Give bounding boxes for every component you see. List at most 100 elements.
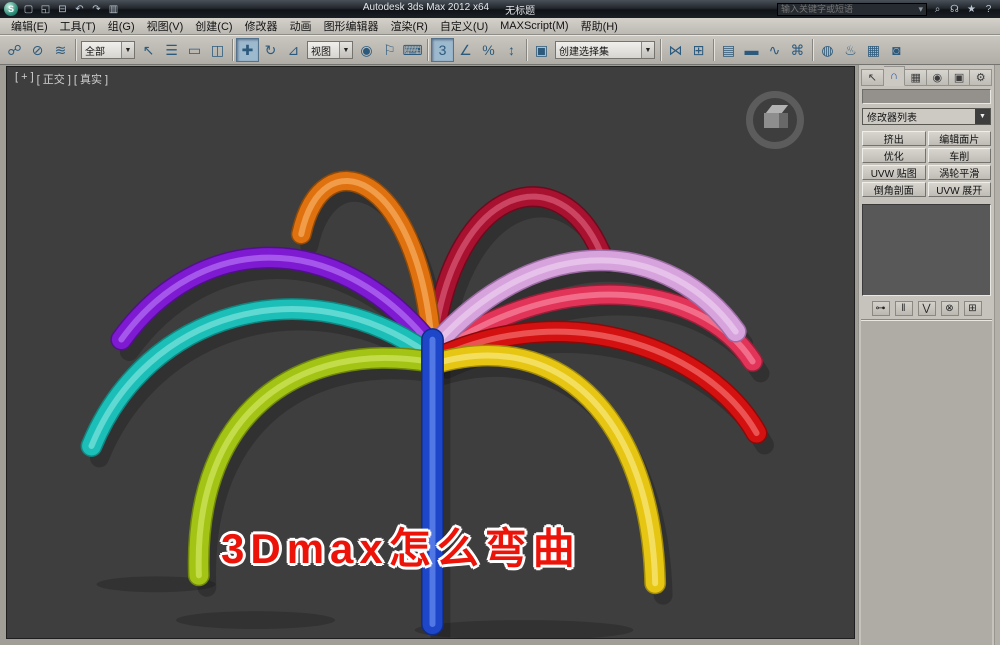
redo-icon[interactable]: ↷ — [89, 2, 104, 16]
command-panel-body: ↖ ∩ ▦ ◉ ▣ ⚙ 修改器列表 ▼ 挤出 编辑面片 优化 车削 UVW 贴图 涡轮平滑 倒角剖面 U… — [859, 65, 994, 645]
object-name-field-wrap — [862, 89, 991, 107]
select-and-rotate-button[interactable]: ↻ — [259, 38, 282, 62]
toolbar-separator — [75, 39, 76, 61]
undo-icon[interactable]: ↶ — [72, 2, 87, 16]
search-icon[interactable]: ⌕ — [930, 2, 945, 16]
menu-group[interactable]: 组(G) — [102, 17, 141, 35]
menu-maxscript[interactable]: MAXScript(M) — [494, 19, 574, 33]
app-logo-icon[interactable]: S — [4, 2, 18, 16]
select-and-move-button[interactable]: ✚ — [236, 38, 259, 62]
menu-views[interactable]: 视图(V) — [141, 17, 190, 35]
chevron-down-icon[interactable]: ▼ — [641, 42, 654, 58]
reference-coordinate-system-dropdown[interactable]: 视图 ▼ — [307, 41, 353, 59]
help-icon[interactable]: ? — [981, 2, 996, 16]
modifier-button-7[interactable]: UVW 展开 — [927, 182, 991, 197]
spinner-snap-toggle-button[interactable]: ↕ — [500, 38, 523, 62]
save-file-icon[interactable]: ⊟ — [55, 2, 70, 16]
unlink-selection-button[interactable]: ⊘ — [26, 38, 49, 62]
menu-create[interactable]: 创建(C) — [189, 17, 238, 35]
modifier-button-0[interactable]: 挤出 — [862, 131, 926, 146]
mirror-button[interactable]: ⋈ — [664, 38, 687, 62]
toolbar-separator — [526, 39, 527, 61]
tab-create[interactable]: ↖ — [861, 69, 884, 86]
bind-to-space-warp-button[interactable]: ≋ — [49, 38, 72, 62]
viewport-frame: [ + ] [ 正交 ] [ 真实 ] 3Dmax怎么弯曲 — [0, 65, 858, 645]
render-setup-button[interactable]: ♨ — [839, 38, 862, 62]
modifier-button-1[interactable]: 编辑面片 — [927, 131, 991, 146]
material-editor-button[interactable]: ◍ — [816, 38, 839, 62]
chevron-down-icon[interactable]: ▼ — [121, 42, 134, 58]
menu-graph-editors[interactable]: 图形编辑器 — [318, 17, 385, 35]
make-unique-icon[interactable]: ⋁ — [917, 301, 936, 316]
modifier-list-label: 修改器列表 — [867, 113, 917, 124]
menu-modifiers[interactable]: 修改器 — [239, 17, 284, 35]
select-and-scale-button[interactable]: ⊿ — [282, 38, 305, 62]
edit-named-selection-sets-button[interactable]: ▣ — [530, 38, 553, 62]
rect-selection-region-button[interactable]: ▭ — [183, 38, 206, 62]
object-name-input[interactable] — [863, 94, 990, 107]
favorites-icon[interactable]: ★ — [964, 2, 979, 16]
tab-display[interactable]: ▣ — [948, 69, 971, 86]
tab-modify[interactable]: ∩ — [883, 66, 906, 86]
angle-snap-toggle-button[interactable]: ∠ — [454, 38, 477, 62]
viewcube-cube[interactable] — [764, 105, 789, 131]
schematic-view-button[interactable]: ⌘ — [786, 38, 809, 62]
viewport-menu-plus[interactable]: [ + ] — [15, 71, 34, 87]
project-folder-icon[interactable]: ▥ — [106, 2, 121, 16]
selection-filter-dropdown[interactable]: 全部 ▼ — [81, 41, 135, 59]
configure-modifier-sets-icon[interactable]: ⊞ — [963, 301, 982, 316]
layer-manager-button[interactable]: ▤ — [717, 38, 740, 62]
toolbar-separator — [660, 39, 661, 61]
align-button[interactable]: ⊞ — [687, 38, 710, 62]
modifier-button-3[interactable]: 车削 — [927, 148, 991, 163]
use-pivot-point-center-button[interactable]: ◉ — [355, 38, 378, 62]
tab-hierarchy[interactable]: ▦ — [905, 69, 928, 86]
menu-customize[interactable]: 自定义(U) — [434, 17, 494, 35]
modifier-stack[interactable] — [862, 204, 991, 296]
select-and-manipulate-button[interactable]: ⚐ — [378, 38, 401, 62]
show-end-result-icon[interactable]: ‖ — [894, 301, 913, 316]
viewport-label: [ + ] [ 正交 ] [ 真实 ] — [15, 71, 108, 87]
pin-stack-icon[interactable]: ⊶ — [871, 301, 890, 316]
communication-center-icon[interactable]: ☊ — [947, 2, 962, 16]
chevron-down-icon[interactable]: ▼ — [339, 42, 352, 58]
curve-editor-button[interactable]: ∿ — [763, 38, 786, 62]
keyboard-shortcut-override-button[interactable]: ⌨ — [401, 38, 424, 62]
menu-animation[interactable]: 动画 — [284, 17, 318, 35]
modifier-list-dropdown[interactable]: 修改器列表 ▼ — [862, 108, 991, 125]
new-scene-icon[interactable]: ▢ — [21, 2, 36, 16]
open-file-icon[interactable]: ◱ — [38, 2, 53, 16]
window-crossing-toggle-button[interactable]: ◫ — [206, 38, 229, 62]
select-by-name-button[interactable]: ☰ — [160, 38, 183, 62]
toolbar-separator — [713, 39, 714, 61]
tab-motion[interactable]: ◉ — [927, 69, 949, 86]
named-selection-sets-dropdown[interactable]: 创建选择集 ▼ — [555, 41, 655, 59]
modifier-button-6[interactable]: 倒角剖面 — [862, 182, 926, 197]
modifier-button-4[interactable]: UVW 贴图 — [862, 165, 926, 180]
percent-snap-toggle-button[interactable]: % — [477, 38, 500, 62]
modifier-button-2[interactable]: 优化 — [862, 148, 926, 163]
toggle-ribbon-button[interactable]: ▬ — [740, 38, 763, 62]
viewport-menu-shading[interactable]: [ 真实 ] — [74, 71, 108, 87]
menu-edit[interactable]: 编辑(E) — [5, 17, 54, 35]
select-and-link-button[interactable]: ☍ — [3, 38, 26, 62]
panel-scrollbar[interactable] — [994, 65, 1000, 645]
remove-modifier-icon[interactable]: ⊗ — [940, 301, 959, 316]
viewport-menu-view[interactable]: [ 正交 ] — [37, 71, 71, 87]
viewcube[interactable] — [742, 87, 808, 153]
modifier-button-5[interactable]: 涡轮平滑 — [927, 165, 991, 180]
viewport[interactable]: [ + ] [ 正交 ] [ 真实 ] 3Dmax怎么弯曲 — [6, 66, 855, 639]
rendered-frame-window-button[interactable]: ▦ — [862, 38, 885, 62]
tab-utilities[interactable]: ⚙ — [970, 69, 993, 86]
search-input[interactable] — [781, 4, 916, 14]
chevron-down-icon[interactable]: ▼ — [975, 109, 990, 124]
menu-help[interactable]: 帮助(H) — [575, 17, 624, 35]
menu-rendering[interactable]: 渲染(R) — [385, 17, 434, 35]
window-title: Autodesk 3ds Max 2012 x64 无标题 — [124, 2, 774, 17]
select-object-button[interactable]: ↖ — [137, 38, 160, 62]
chevron-down-icon[interactable]: ▾ — [918, 4, 923, 15]
title-bar: S ▢◱⊟↶↷▥ Autodesk 3ds Max 2012 x64 无标题 ▾… — [0, 0, 1000, 18]
snaps-toggle-3d-button[interactable]: 3 — [431, 38, 454, 62]
render-production-button[interactable]: ◙ — [885, 38, 908, 62]
menu-tools[interactable]: 工具(T) — [54, 17, 102, 35]
